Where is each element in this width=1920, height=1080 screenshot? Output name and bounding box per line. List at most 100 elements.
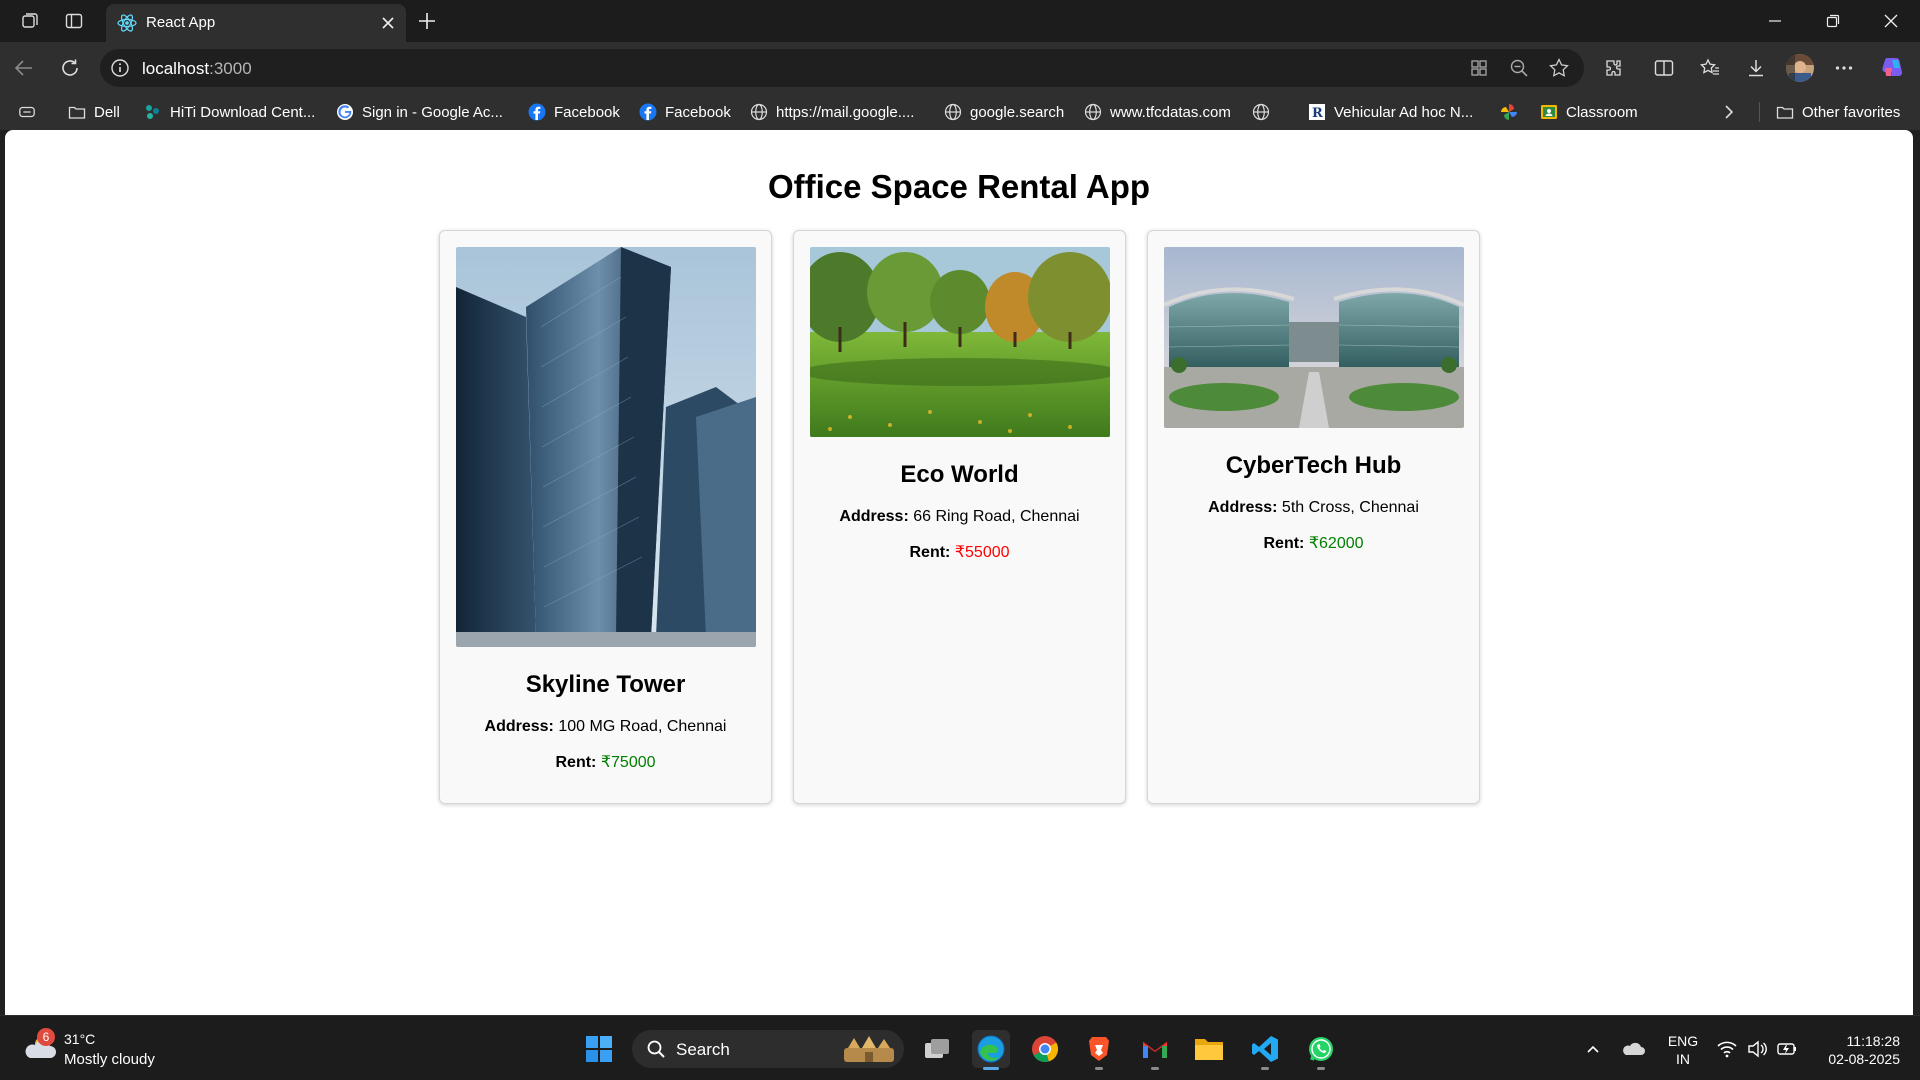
- whatsapp-icon[interactable]: [1302, 1030, 1340, 1070]
- back-icon[interactable]: [10, 54, 38, 82]
- file-explorer-icon[interactable]: [1190, 1030, 1228, 1068]
- address-value: 100 MG Road, Chennai: [558, 718, 727, 735]
- language-indicator[interactable]: ENG IN: [1666, 1032, 1700, 1068]
- reading-list-icon[interactable]: [18, 100, 36, 124]
- folder-icon: [1776, 103, 1794, 121]
- bookmark-item[interactable]: Facebook: [639, 100, 731, 124]
- bookmark-divider: [1759, 102, 1760, 122]
- page-viewport: Office Space Rental App Skyline Tower Ad…: [5, 130, 1913, 1015]
- new-tab-icon[interactable]: [414, 8, 440, 34]
- currency-symbol: ₹: [954, 544, 966, 561]
- wifi-icon[interactable]: [1714, 1034, 1740, 1064]
- favorite-star-icon[interactable]: [1548, 57, 1570, 79]
- task-view-icon[interactable]: [918, 1030, 956, 1068]
- react-icon: [116, 12, 138, 34]
- downloads-icon[interactable]: [1742, 54, 1770, 82]
- globe-icon: [1084, 103, 1102, 121]
- bookmark-item[interactable]: Dell: [68, 100, 120, 124]
- bookmark-item[interactable]: https://mail.google....: [750, 100, 914, 124]
- rent-value: ₹75000: [601, 754, 656, 771]
- rent-label: Rent:: [1263, 535, 1305, 552]
- bookmark-label: Sign in - Google Ac...: [362, 103, 503, 121]
- extensions-icon[interactable]: [1600, 54, 1628, 82]
- active-indicator: [983, 1067, 999, 1070]
- address-label: Address:: [839, 508, 909, 525]
- close-window-icon[interactable]: [1862, 0, 1920, 42]
- search-label: Search: [676, 1040, 730, 1059]
- bookmark-item[interactable]: [1500, 100, 1518, 124]
- bookmark-item[interactable]: [1252, 100, 1270, 124]
- office-address: Address: 66 Ring Road, Chennai: [794, 508, 1125, 526]
- copilot-icon[interactable]: [1878, 54, 1906, 82]
- rent-value: ₹55000: [955, 544, 1010, 561]
- rent-value: ₹62000: [1309, 535, 1364, 552]
- battery-icon[interactable]: [1774, 1034, 1800, 1064]
- office-card: Eco World Address: 66 Ring Road, Chennai…: [793, 230, 1126, 804]
- start-button[interactable]: [580, 1030, 618, 1068]
- currency-symbol: ₹: [1308, 535, 1320, 552]
- split-screen-icon[interactable]: [1650, 54, 1678, 82]
- more-options-icon[interactable]: [1830, 54, 1858, 82]
- bookmark-label: Classroom: [1566, 103, 1638, 121]
- other-favorites-label: Other favorites: [1802, 103, 1901, 121]
- office-name: Skyline Tower: [525, 671, 686, 698]
- office-address: Address: 5th Cross, Chennai: [1148, 499, 1479, 517]
- rent-amount: 62000: [1319, 535, 1364, 552]
- edge-icon[interactable]: [972, 1030, 1010, 1070]
- region-code: IN: [1676, 1051, 1690, 1067]
- tab-react-app[interactable]: React App: [106, 4, 406, 42]
- address-value: 66 Ring Road, Chennai: [913, 508, 1080, 525]
- other-favorites[interactable]: Other favorites: [1776, 100, 1900, 124]
- favorites-icon[interactable]: [1696, 54, 1724, 82]
- vertical-tabs-icon[interactable]: [62, 9, 86, 33]
- campus-photo: [1164, 247, 1464, 428]
- pinwheel-icon: [1500, 103, 1518, 121]
- bookmark-item[interactable]: Sign in - Google Ac...: [336, 100, 503, 124]
- facebook-icon: [639, 103, 657, 121]
- weather-condition[interactable]: Mostly cloudy: [64, 1051, 155, 1068]
- taskbar-search[interactable]: Search: [632, 1030, 904, 1068]
- workspaces-icon[interactable]: [18, 9, 42, 33]
- restore-icon[interactable]: [1804, 0, 1862, 42]
- more-bookmarks-chevron-icon[interactable]: [1720, 100, 1738, 124]
- address-bar[interactable]: localhost:3000: [100, 49, 1584, 87]
- temperature[interactable]: 31°C: [64, 1031, 95, 1047]
- vscode-icon[interactable]: [1246, 1030, 1284, 1070]
- brave-icon[interactable]: [1080, 1030, 1118, 1070]
- clock-time: 11:18:28: [1846, 1033, 1900, 1049]
- bookmark-item[interactable]: Classroom: [1540, 100, 1638, 124]
- clock[interactable]: 11:18:28 02-08-2025: [1814, 1032, 1900, 1068]
- zoom-out-icon[interactable]: [1508, 57, 1530, 79]
- bookmark-item[interactable]: www.tfcdatas.com: [1084, 100, 1231, 124]
- minimize-icon[interactable]: [1746, 0, 1804, 42]
- gmail-icon[interactable]: [1136, 1030, 1174, 1070]
- app-available-icon[interactable]: [1468, 57, 1490, 79]
- running-indicator: [1095, 1067, 1103, 1070]
- globe-icon: [944, 103, 962, 121]
- bookmark-label: Facebook: [665, 103, 731, 121]
- running-indicator: [1261, 1067, 1269, 1070]
- rent-amount: 75000: [611, 754, 656, 771]
- site-info-icon[interactable]: [110, 58, 130, 78]
- bookmark-label: www.tfcdatas.com: [1110, 103, 1231, 121]
- address-label: Address:: [1208, 499, 1278, 516]
- bookmark-item[interactable]: R Vehicular Ad hoc N...: [1308, 100, 1473, 124]
- search-highlight-icon: [840, 1034, 898, 1064]
- bookmark-item[interactable]: google.search: [944, 100, 1064, 124]
- bookmark-item[interactable]: Facebook: [528, 100, 620, 124]
- chrome-icon[interactable]: [1026, 1030, 1064, 1068]
- refresh-icon[interactable]: [56, 54, 84, 82]
- close-tab-icon[interactable]: [378, 13, 398, 33]
- rent-amount: 55000: [965, 544, 1010, 561]
- language-code: ENG: [1667, 1033, 1699, 1049]
- office-rent: Rent: ₹62000: [1148, 533, 1479, 553]
- office-rent: Rent: ₹55000: [794, 542, 1125, 562]
- bookmark-item[interactable]: HiTi Download Cent...: [144, 100, 315, 124]
- office-card: CyberTech Hub Address: 5th Cross, Chenna…: [1147, 230, 1480, 804]
- profile-avatar[interactable]: [1784, 52, 1816, 84]
- volume-icon[interactable]: [1744, 1034, 1770, 1064]
- onedrive-icon[interactable]: [1618, 1034, 1648, 1064]
- bookmark-label: Facebook: [554, 103, 620, 121]
- show-hidden-icons-chevron-icon[interactable]: [1580, 1034, 1606, 1064]
- tab-title: React App: [146, 14, 216, 31]
